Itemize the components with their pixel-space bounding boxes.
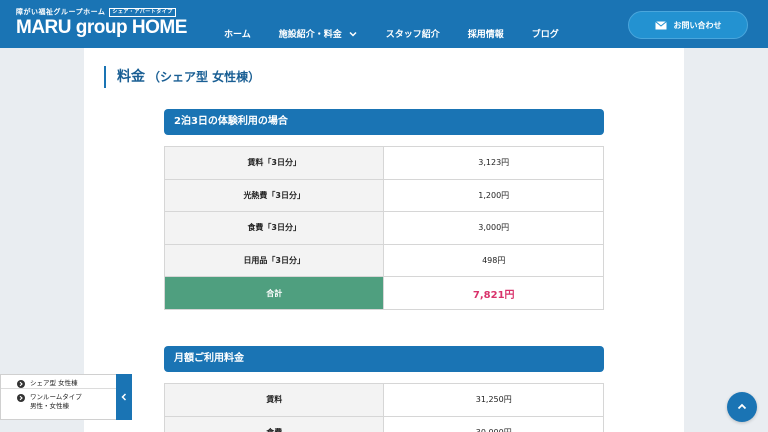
site-header: 障がい福祉グループホーム シェア・アパートタイプ MARU group HOME… — [0, 0, 768, 48]
row-label: 賃料 — [163, 383, 385, 417]
chevron-right-icon — [17, 393, 25, 402]
nav-staff[interactable]: スタッフ紹介 — [372, 0, 454, 40]
back-to-top-button[interactable] — [727, 392, 757, 422]
nav-facility-pricing-label: 施設紹介・料金 — [278, 30, 342, 40]
nav-home[interactable]: ホーム — [210, 0, 265, 40]
row-label: 賃料「3日分」 — [163, 146, 385, 180]
nav-recruit[interactable]: 採用情報 — [454, 0, 518, 40]
contact-button[interactable]: お問い合わせ — [628, 11, 748, 39]
row-value: 30,000円 — [383, 415, 604, 432]
logo-top-text: 障がい福祉グループホーム — [16, 8, 106, 16]
table-row: 賃料「3日分」 3,123円 — [163, 146, 604, 180]
logo-tagline: 障がい福祉グループホーム シェア・アパートタイプ — [16, 7, 187, 17]
nav-facility-pricing[interactable]: 施設紹介・料金 — [265, 0, 372, 40]
table-row: 光熱費「3日分」 1,200円 — [163, 178, 604, 213]
section-heading-monthly: 月額ご利用料金 — [164, 346, 604, 372]
site-logo[interactable]: 障がい福祉グループホーム シェア・アパートタイプ MARU group HOME — [16, 7, 187, 39]
row-value: 1,200円 — [383, 178, 604, 213]
nav-blog[interactable]: ブログ — [518, 0, 573, 40]
total-label: 合計 — [163, 276, 385, 310]
side-item-label: シェア型 女性棟 — [30, 379, 78, 387]
contact-button-label: お問い合わせ — [673, 20, 722, 30]
row-value: 3,123円 — [383, 146, 604, 180]
side-item-oneroom[interactable]: ワンルームタイプ 男性・女性棟 — [1, 388, 116, 411]
page-title: 料金 （シェア型 女性棟） — [104, 66, 260, 88]
page-title-sub: （シェア型 女性棟） — [148, 70, 261, 84]
chevron-right-icon — [17, 379, 25, 388]
row-label: 食費「3日分」 — [163, 211, 385, 245]
row-value: 31,250円 — [383, 383, 604, 417]
row-label: 食費 — [163, 415, 385, 432]
nav-home-label: ホーム — [224, 30, 251, 40]
page-title-main: 料金 — [117, 69, 145, 85]
mail-icon — [654, 20, 667, 29]
total-value: 7,821円 — [383, 276, 604, 310]
row-value: 498円 — [383, 243, 604, 278]
section-heading-trial: 2泊3日の体験利用の場合 — [164, 109, 604, 135]
main-content: 料金 （シェア型 女性棟） 2泊3日の体験利用の場合 賃料「3日分」 3,123… — [84, 48, 684, 432]
nav-recruit-label: 採用情報 — [467, 30, 504, 40]
row-value: 3,000円 — [383, 211, 604, 245]
chevron-down-icon — [349, 31, 357, 37]
side-item-share-female[interactable]: シェア型 女性棟 — [1, 375, 116, 388]
total-row: 合計 7,821円 — [163, 276, 604, 310]
table-row: 賃料 31,250円 — [163, 383, 604, 417]
row-label: 日用品「3日分」 — [163, 243, 385, 278]
side-item-label: ワンルームタイプ 男性・女性棟 — [30, 393, 82, 410]
logo-type-tag: シェア・アパートタイプ — [109, 7, 176, 17]
table-row: 日用品「3日分」 498円 — [163, 243, 604, 278]
row-label: 光熱費「3日分」 — [163, 178, 385, 213]
trial-price-table: 賃料「3日分」 3,123円 光熱費「3日分」 1,200円 食費「3日分」 3… — [163, 146, 604, 310]
nav-staff-label: スタッフ紹介 — [385, 30, 440, 40]
chevron-up-icon — [737, 403, 747, 410]
logo-main-text: MARU group HOME — [16, 17, 187, 38]
main-nav: ホーム 施設紹介・料金 スタッフ紹介 採用情報 ブログ — [210, 0, 573, 48]
table-row: 食費 30,000円 — [163, 415, 604, 432]
chevron-left-icon — [121, 393, 127, 401]
monthly-price-table: 賃料 31,250円 食費 30,000円 — [163, 383, 604, 432]
table-row: 食費「3日分」 3,000円 — [163, 211, 604, 245]
side-menu-toggle[interactable] — [116, 374, 132, 420]
side-floating-menu: シェア型 女性棟 ワンルームタイプ 男性・女性棟 — [0, 374, 116, 420]
nav-blog-label: ブログ — [531, 30, 559, 40]
